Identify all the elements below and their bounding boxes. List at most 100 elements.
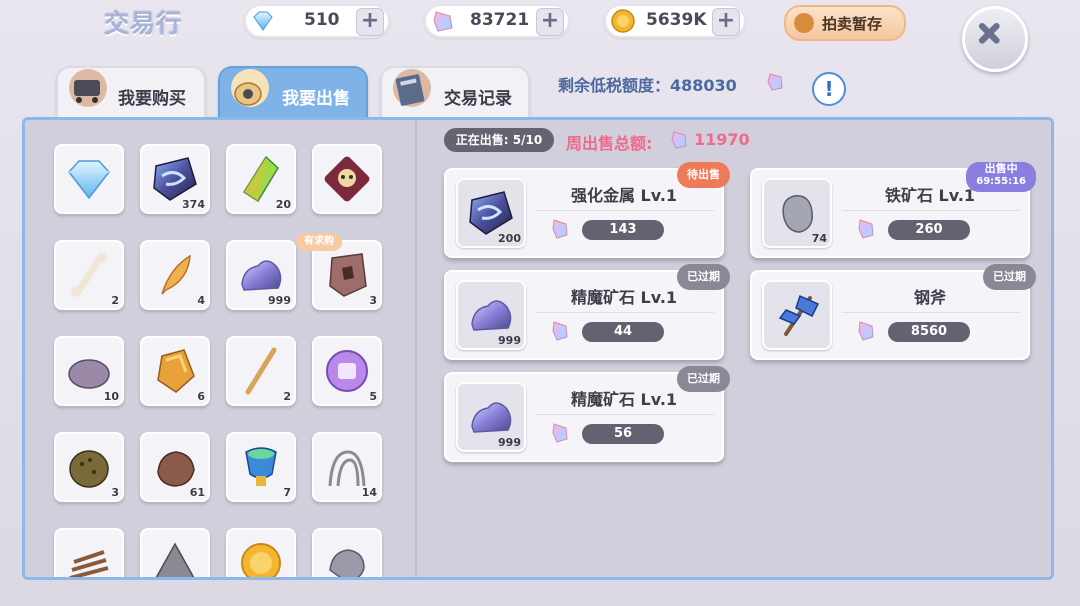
close-icon [978, 22, 1000, 44]
inventory-slot[interactable]: 5 [312, 336, 382, 406]
item-count: 3 [369, 294, 377, 307]
wanted-tag: 有求购 [296, 233, 342, 251]
crystal-icon [552, 219, 568, 239]
status-badge: 待出售 [677, 162, 730, 188]
listing-qty: 999 [498, 334, 521, 347]
auction-storage-label: 拍卖暂存 [822, 15, 883, 33]
listing-price: 8560 [888, 322, 970, 342]
inventory-slot[interactable]: 999 [226, 240, 296, 310]
inventory-slot[interactable] [54, 528, 124, 577]
item-count: 999 [268, 294, 291, 307]
wooden-stick-icon [245, 347, 277, 395]
inventory-slot[interactable] [226, 528, 296, 577]
listing-card[interactable]: 200 强化金属 Lv.1 143 待出售 [444, 162, 730, 258]
listing-thumb: 74 [762, 178, 832, 248]
listing-thumb: 999 [456, 280, 526, 350]
listing-price: 260 [888, 220, 970, 240]
close-button[interactable] [962, 6, 1028, 72]
divider [536, 414, 714, 415]
rope-icon [328, 450, 366, 487]
divider [536, 312, 714, 313]
weekly-sales-label: 周出售总额: [566, 134, 653, 153]
tab-buy[interactable]: 我要购买 [56, 66, 206, 118]
shield-emblem-icon [329, 253, 367, 297]
listing-card[interactable]: 999 精魔矿石 Lv.1 44 已过期 [444, 264, 730, 360]
gold-coin-icon [611, 9, 635, 33]
hammer-icon [794, 13, 814, 33]
inventory-slot[interactable] [312, 528, 382, 577]
auction-storage-button[interactable]: 拍卖暂存 [784, 5, 906, 41]
status-label: 出售中 [984, 162, 1018, 175]
add-gold-button[interactable]: + [712, 8, 740, 36]
listing-card[interactable]: 钢斧 8560 已过期 [750, 264, 1036, 360]
status-badge: 已过期 [677, 264, 730, 290]
crystal-icon [552, 321, 568, 341]
inventory-grid: 374 20 2 4 999 3 10 6 2 5 3 61 7 14 [26, 120, 415, 577]
green-crystal-icon [242, 155, 279, 203]
crystal-icon [767, 73, 783, 91]
shopping-cart-icon [69, 69, 107, 107]
gold-amount: 5639K [646, 10, 707, 30]
magic-ore-icon [241, 260, 282, 291]
add-crystal-button[interactable]: + [536, 8, 564, 36]
amber-icon [157, 349, 195, 393]
listing-price: 44 [582, 322, 664, 342]
purple-stone-icon [68, 359, 110, 389]
inventory-slot[interactable]: 61 [140, 432, 210, 502]
inventory-slot[interactable]: 14 [312, 432, 382, 502]
record-book-icon [393, 69, 431, 107]
bone-icon [71, 253, 107, 297]
inventory-slot[interactable]: 4 [140, 240, 210, 310]
iron-ore-icon [329, 549, 365, 577]
inventory-slot[interactable]: 2 [226, 336, 296, 406]
inventory-slot[interactable]: 374 [140, 144, 210, 214]
diamond-currency: 510 + [244, 4, 390, 38]
money-bag-icon [231, 69, 269, 107]
crystal-icon [858, 219, 874, 239]
item-count: 3 [111, 486, 119, 499]
add-diamond-button[interactable]: + [356, 8, 384, 36]
inventory-slot[interactable] [140, 528, 210, 577]
listing-qty: 999 [498, 436, 521, 449]
gold-currency: 5639K + [604, 4, 746, 38]
tax-quota: 剩余低税额度：488030 [558, 76, 737, 95]
listing-qty: 74 [811, 232, 827, 245]
inventory-slot[interactable]: 10 [54, 336, 124, 406]
potion-cauldron-icon [245, 447, 277, 486]
diamond-amount: 510 [304, 10, 340, 30]
item-count: 2 [283, 390, 291, 403]
item-count: 7 [283, 486, 291, 499]
inventory-slot[interactable]: 2 [54, 240, 124, 310]
tab-records[interactable]: 交易记录 [380, 66, 530, 118]
crystal-amount: 83721 [470, 10, 530, 30]
inventory-slot[interactable]: 3 [54, 432, 124, 502]
brown-ore-icon [157, 451, 195, 487]
magic-ore-icon [471, 300, 512, 331]
tab-sell[interactable]: 我要出售 [218, 66, 368, 118]
enhance-metal-icon [153, 157, 197, 201]
info-button[interactable]: ! [812, 72, 846, 106]
divider [842, 312, 1020, 313]
listing-price: 56 [582, 424, 664, 444]
item-count: 374 [182, 198, 205, 211]
status-badge: 出售中 69:55:16 [966, 162, 1036, 192]
grey-rock-icon [155, 542, 195, 577]
steel-axe-icon [778, 294, 820, 336]
crystal-currency: 83721 + [424, 4, 570, 38]
item-count: 20 [275, 198, 291, 211]
inventory-slot[interactable]: 7 [226, 432, 296, 502]
page-title: 交易行 [104, 9, 183, 38]
gold-coin-icon [241, 543, 281, 577]
sale-timer: 69:55:16 [976, 176, 1026, 187]
listing-card[interactable]: 74 铁矿石 Lv.1 260 出售中 69:55:16 [750, 162, 1036, 258]
item-count: 61 [189, 486, 205, 499]
seed-pod-icon [69, 450, 109, 488]
listing-card[interactable]: 999 精魔矿石 Lv.1 56 已过期 [444, 366, 730, 462]
listing-thumb: 200 [456, 178, 526, 248]
inventory-slot[interactable]: 20 [226, 144, 296, 214]
inventory-slot[interactable]: 6 [140, 336, 210, 406]
feather-icon [161, 254, 191, 295]
inventory-slot[interactable] [312, 144, 382, 214]
diamond-icon [253, 11, 273, 31]
inventory-slot[interactable] [54, 144, 124, 214]
